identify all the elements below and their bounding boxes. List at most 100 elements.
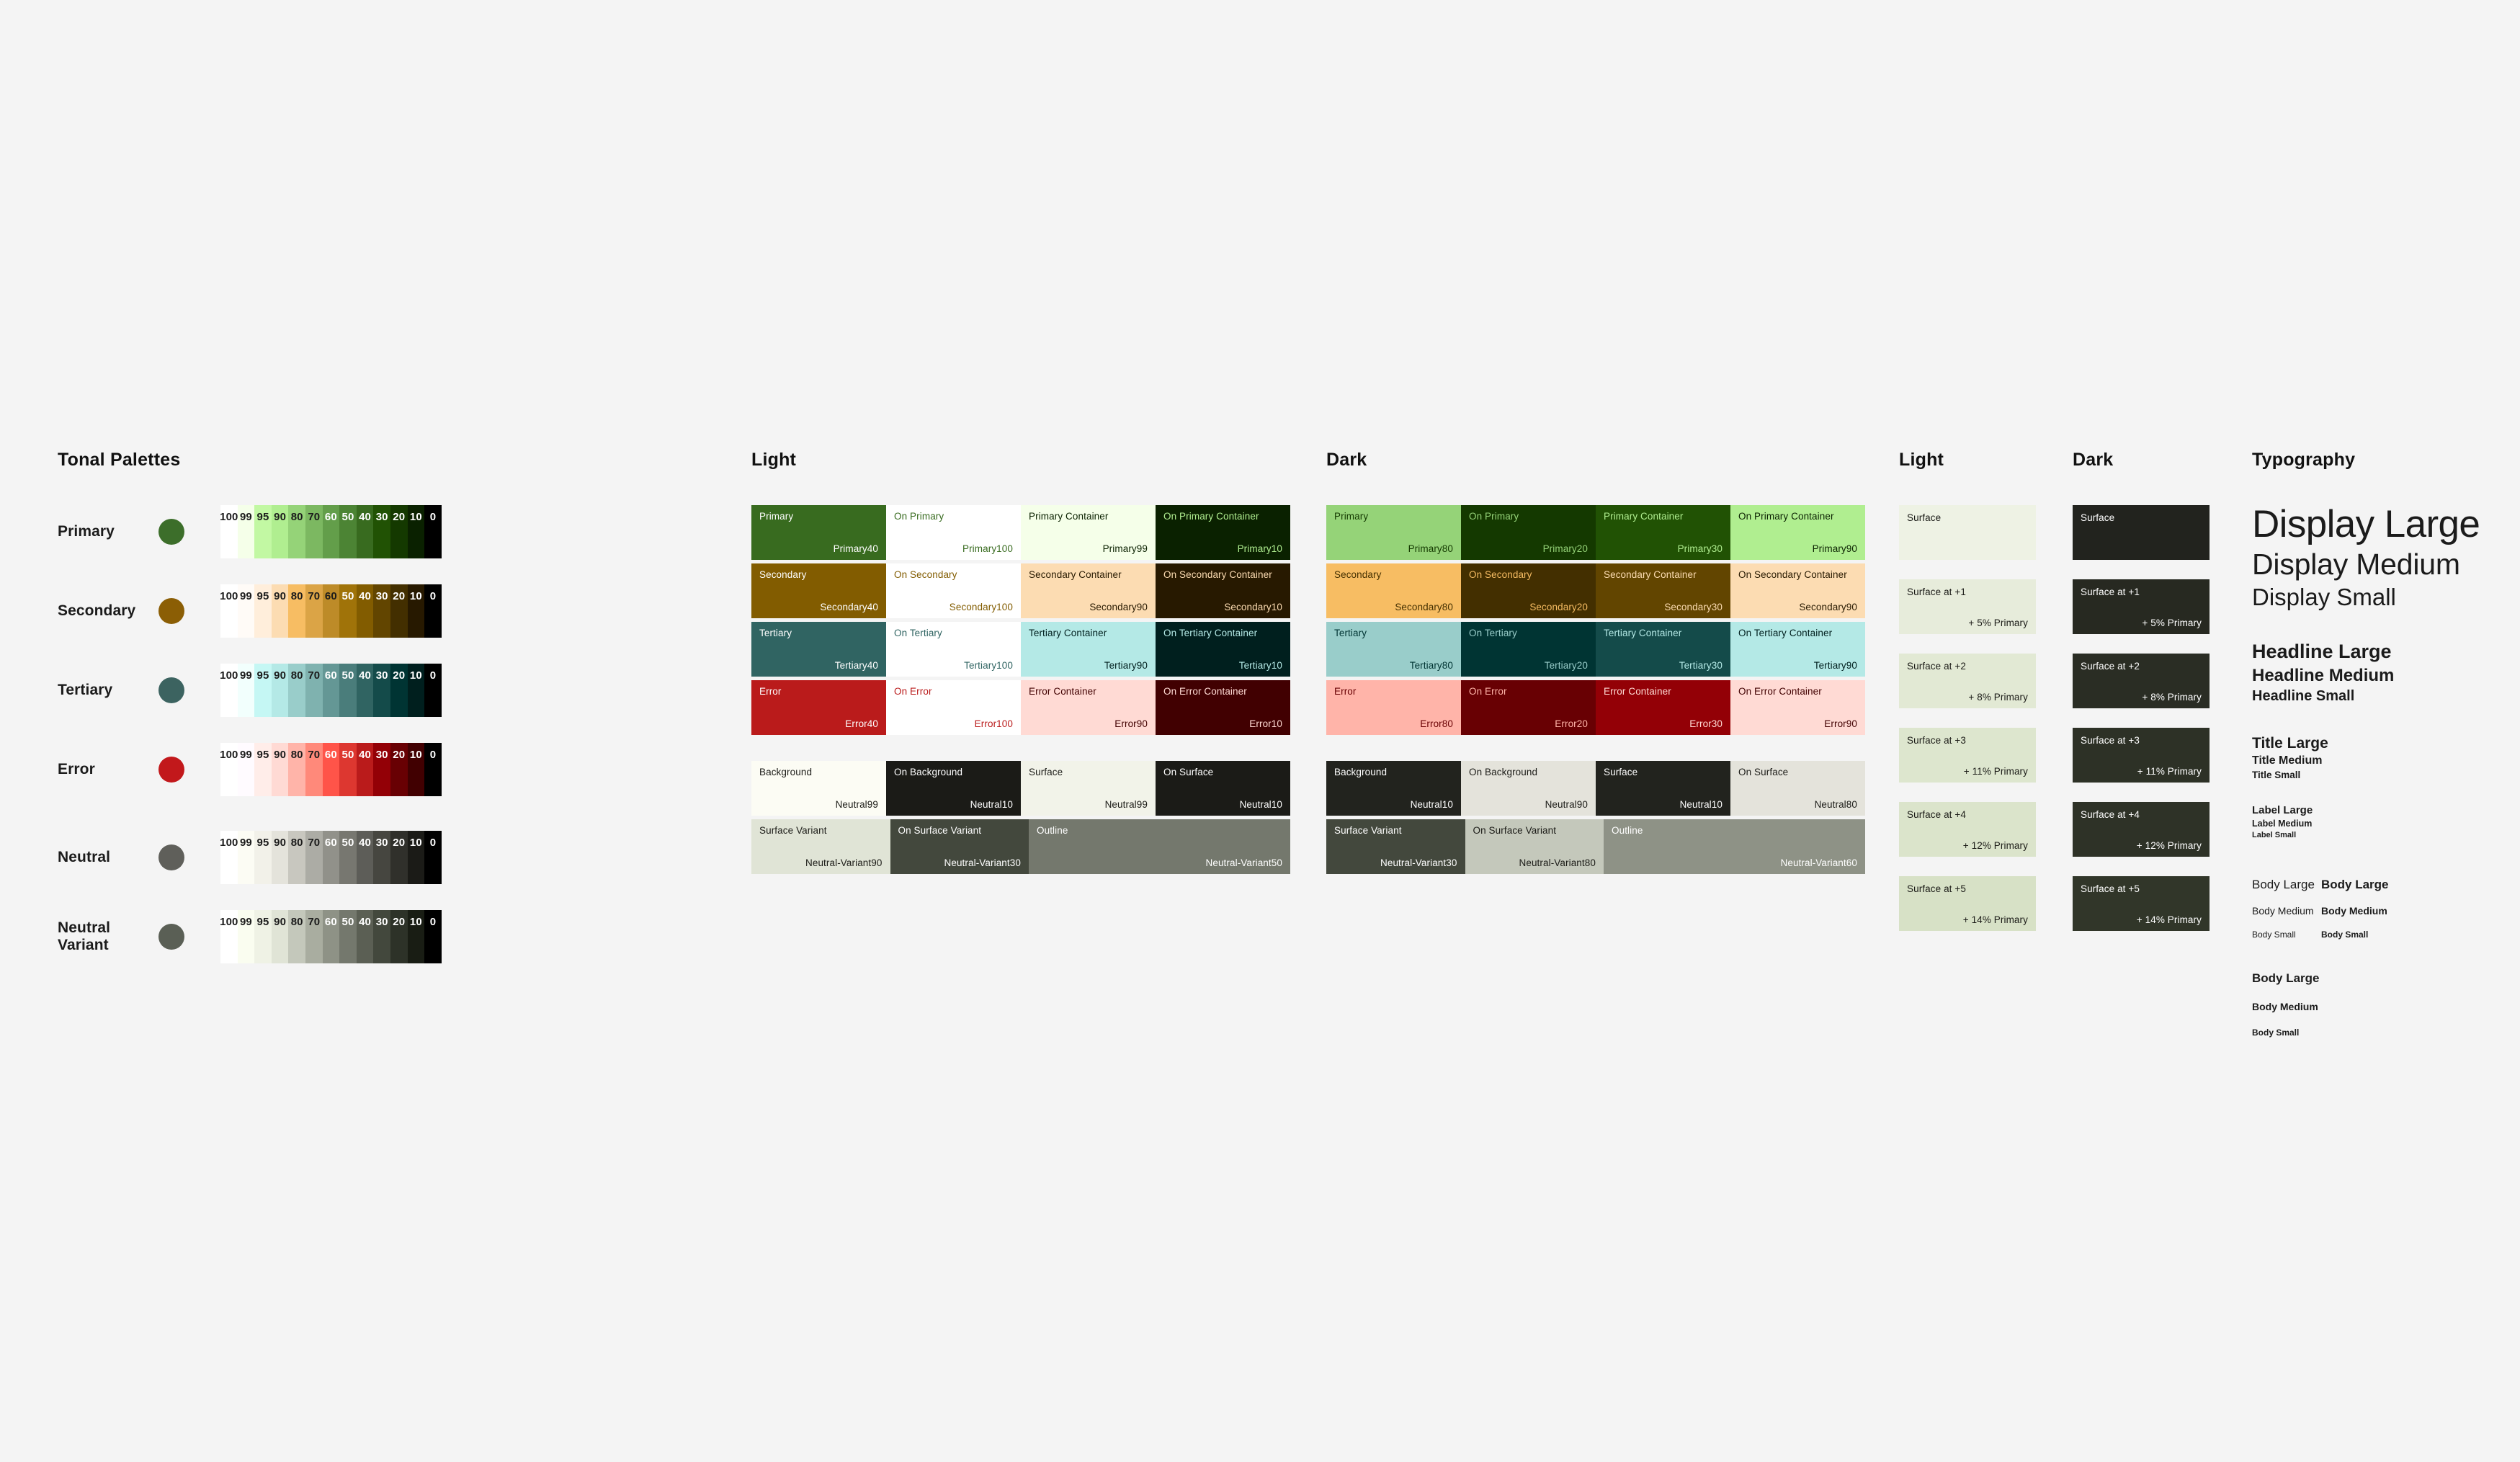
elevation-surface-card[interactable]: Surface at +4 + 12% Primary: [1899, 802, 2036, 857]
tonal-swatch[interactable]: 99: [237, 743, 255, 796]
tonal-swatch[interactable]: 80: [288, 743, 305, 796]
color-role-cell[interactable]: Surface Variant Neutral-Variant30: [1326, 819, 1465, 874]
tonal-swatch[interactable]: 90: [271, 743, 289, 796]
tonal-swatch[interactable]: 100: [220, 664, 238, 717]
tonal-swatch[interactable]: 70: [305, 584, 323, 638]
color-role-cell[interactable]: Outline Neutral-Variant50: [1029, 819, 1290, 874]
tonal-swatch[interactable]: 30: [373, 505, 390, 558]
color-role-cell[interactable]: Background Neutral99: [751, 761, 886, 816]
tonal-swatch[interactable]: 60: [322, 831, 340, 884]
tonal-swatch[interactable]: 50: [339, 743, 357, 796]
color-role-cell[interactable]: On Primary Primary100: [886, 505, 1021, 560]
tonal-swatch[interactable]: 70: [305, 831, 323, 884]
color-role-cell[interactable]: Error Error40: [751, 680, 886, 735]
color-role-cell[interactable]: On Primary Container Primary90: [1730, 505, 1865, 560]
tonal-swatch[interactable]: 70: [305, 505, 323, 558]
tonal-swatch[interactable]: 50: [339, 664, 357, 717]
tonal-swatch[interactable]: 90: [271, 505, 289, 558]
color-role-cell[interactable]: On Error Error20: [1461, 680, 1596, 735]
tonal-swatch[interactable]: 99: [237, 910, 255, 963]
tonal-swatch[interactable]: 40: [356, 505, 374, 558]
color-role-cell[interactable]: On Error Container Error10: [1156, 680, 1290, 735]
tonal-swatch[interactable]: 90: [271, 910, 289, 963]
tonal-swatch[interactable]: 10: [407, 664, 425, 717]
tonal-swatch[interactable]: 30: [373, 910, 390, 963]
tonal-swatch[interactable]: 60: [322, 743, 340, 796]
tonal-swatch[interactable]: 10: [407, 831, 425, 884]
tonal-swatch[interactable]: 10: [407, 584, 425, 638]
color-role-cell[interactable]: On Primary Container Primary10: [1156, 505, 1290, 560]
elevation-surface-card[interactable]: Surface at +4 + 12% Primary: [2073, 802, 2210, 857]
tonal-swatch[interactable]: 0: [424, 831, 442, 884]
tonal-swatch[interactable]: 30: [373, 664, 390, 717]
tonal-palette-color-dot[interactable]: [158, 924, 184, 950]
color-role-cell[interactable]: On Error Error100: [886, 680, 1021, 735]
tonal-swatch[interactable]: 0: [424, 505, 442, 558]
tonal-swatch[interactable]: 20: [390, 584, 408, 638]
tonal-swatch[interactable]: 70: [305, 743, 323, 796]
color-role-cell[interactable]: Primary Container Primary99: [1021, 505, 1156, 560]
tonal-swatch[interactable]: 0: [424, 910, 442, 963]
tonal-swatch[interactable]: 30: [373, 743, 390, 796]
color-role-cell[interactable]: Background Neutral10: [1326, 761, 1461, 816]
tonal-swatch[interactable]: 95: [254, 831, 272, 884]
elevation-surface-card[interactable]: Surface at +5 + 14% Primary: [1899, 876, 2036, 931]
elevation-surface-card[interactable]: Surface at +1 + 5% Primary: [2073, 579, 2210, 634]
elevation-surface-card[interactable]: Surface at +5 + 14% Primary: [2073, 876, 2210, 931]
tonal-swatch[interactable]: 60: [322, 584, 340, 638]
tonal-swatch[interactable]: 40: [356, 664, 374, 717]
tonal-swatch[interactable]: 95: [254, 664, 272, 717]
tonal-swatch[interactable]: 50: [339, 505, 357, 558]
tonal-swatch[interactable]: 90: [271, 664, 289, 717]
tonal-swatch[interactable]: 40: [356, 743, 374, 796]
color-role-cell[interactable]: On Surface Variant Neutral-Variant30: [890, 819, 1029, 874]
elevation-surface-card[interactable]: Surface at +2 + 8% Primary: [1899, 654, 2036, 708]
tonal-swatch[interactable]: 40: [356, 584, 374, 638]
color-role-cell[interactable]: Error Error80: [1326, 680, 1461, 735]
tonal-swatch[interactable]: 50: [339, 584, 357, 638]
tonal-swatch[interactable]: 40: [356, 831, 374, 884]
tonal-swatch[interactable]: 100: [220, 831, 238, 884]
elevation-surface-card[interactable]: Surface: [1899, 505, 2036, 560]
elevation-surface-card[interactable]: Surface at +3 + 11% Primary: [2073, 728, 2210, 783]
tonal-swatch[interactable]: 99: [237, 505, 255, 558]
tonal-swatch[interactable]: 99: [237, 584, 255, 638]
color-role-cell[interactable]: On Secondary Container Secondary10: [1156, 563, 1290, 618]
tonal-swatch[interactable]: 99: [237, 831, 255, 884]
color-role-cell[interactable]: Tertiary Container Tertiary30: [1596, 622, 1730, 677]
color-role-cell[interactable]: On Error Container Error90: [1730, 680, 1865, 735]
tonal-palette-color-dot[interactable]: [158, 598, 184, 624]
tonal-swatch[interactable]: 40: [356, 910, 374, 963]
tonal-swatch[interactable]: 100: [220, 584, 238, 638]
tonal-swatch[interactable]: 90: [271, 831, 289, 884]
color-role-cell[interactable]: On Tertiary Tertiary20: [1461, 622, 1596, 677]
tonal-swatch[interactable]: 30: [373, 831, 390, 884]
color-role-cell[interactable]: On Tertiary Container Tertiary10: [1156, 622, 1290, 677]
color-role-cell[interactable]: On Secondary Secondary100: [886, 563, 1021, 618]
color-role-cell[interactable]: Primary Primary80: [1326, 505, 1461, 560]
tonal-swatch[interactable]: 50: [339, 831, 357, 884]
color-role-cell[interactable]: On Secondary Secondary20: [1461, 563, 1596, 618]
color-role-cell[interactable]: Surface Neutral99: [1021, 761, 1156, 816]
tonal-swatch[interactable]: 100: [220, 743, 238, 796]
tonal-swatch[interactable]: 60: [322, 910, 340, 963]
color-role-cell[interactable]: Tertiary Container Tertiary90: [1021, 622, 1156, 677]
color-role-cell[interactable]: Tertiary Tertiary80: [1326, 622, 1461, 677]
color-role-cell[interactable]: Surface Variant Neutral-Variant90: [751, 819, 890, 874]
color-role-cell[interactable]: Secondary Container Secondary30: [1596, 563, 1730, 618]
color-role-cell[interactable]: On Surface Variant Neutral-Variant80: [1465, 819, 1604, 874]
elevation-surface-card[interactable]: Surface at +3 + 11% Primary: [1899, 728, 2036, 783]
tonal-swatch[interactable]: 80: [288, 505, 305, 558]
color-role-cell[interactable]: On Background Neutral90: [1461, 761, 1596, 816]
tonal-swatch[interactable]: 0: [424, 664, 442, 717]
tonal-swatch[interactable]: 60: [322, 505, 340, 558]
tonal-swatch[interactable]: 20: [390, 910, 408, 963]
color-role-cell[interactable]: On Primary Primary20: [1461, 505, 1596, 560]
tonal-swatch[interactable]: 100: [220, 910, 238, 963]
tonal-palette-color-dot[interactable]: [158, 519, 184, 545]
color-role-cell[interactable]: Surface Neutral10: [1596, 761, 1730, 816]
color-role-cell[interactable]: Primary Container Primary30: [1596, 505, 1730, 560]
color-role-cell[interactable]: Secondary Secondary80: [1326, 563, 1461, 618]
color-role-cell[interactable]: Secondary Container Secondary90: [1021, 563, 1156, 618]
color-role-cell[interactable]: On Tertiary Tertiary100: [886, 622, 1021, 677]
